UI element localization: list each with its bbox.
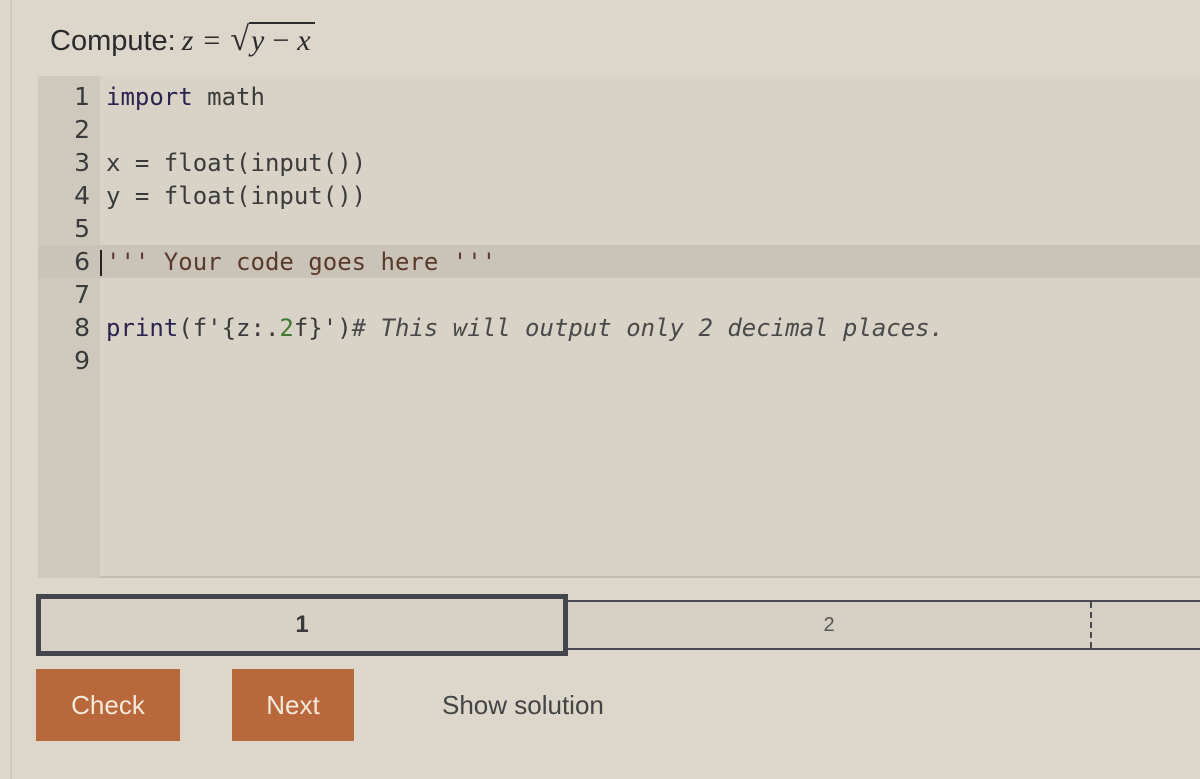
code-text[interactable]: ''' Your code goes here ''' xyxy=(96,248,496,276)
code-token: print xyxy=(106,313,179,342)
code-text[interactable]: y = float(input()) xyxy=(96,182,366,210)
formula: z = √ y − x xyxy=(182,22,315,58)
code-line[interactable]: 6 ''' Your code goes here ''' xyxy=(38,245,1200,278)
code-token: import xyxy=(106,82,193,111)
page: Compute: z = √ y − x 1 import math 2 3 x = flo… xyxy=(0,0,1200,779)
text-cursor xyxy=(100,250,102,276)
code-text[interactable]: import math xyxy=(96,83,265,111)
code-token: math xyxy=(192,82,265,111)
next-button[interactable]: Next xyxy=(232,669,354,741)
test-case-2-tab[interactable]: 2 xyxy=(568,600,1090,650)
prompt-label: Compute: xyxy=(50,25,176,57)
left-divider xyxy=(10,0,12,779)
code-token: f}') xyxy=(293,313,352,342)
code-line[interactable]: 9 xyxy=(38,344,1200,377)
code-line[interactable]: 5 xyxy=(38,212,1200,245)
code-token: # This will output only 2 decimal places… xyxy=(351,313,945,342)
test-case-1-tab[interactable]: 1 xyxy=(36,594,568,656)
formula-lhs: z xyxy=(181,24,194,57)
code-token: y = float(input()) xyxy=(106,181,367,210)
code-line[interactable]: 2 xyxy=(38,113,1200,146)
radicand-minus: − xyxy=(272,24,290,57)
code-line[interactable]: 8 print(f'{z:.2f}')# This will output onl… xyxy=(38,311,1200,344)
code-token: x = float(input()) xyxy=(106,148,367,177)
line-number: 5 xyxy=(74,214,90,243)
code-line[interactable]: 3 x = float(input()) xyxy=(38,146,1200,179)
line-number: 6 xyxy=(74,247,90,276)
code-line[interactable]: 4 y = float(input()) xyxy=(38,179,1200,212)
code-line[interactable]: 1 import math xyxy=(38,80,1200,113)
line-number: 9 xyxy=(74,346,90,375)
code-editor[interactable]: 1 import math 2 3 x = float(input()) 4 y = flo… xyxy=(38,76,1200,578)
show-solution-link[interactable]: Show solution xyxy=(442,690,604,721)
test-case-bar: 1 2 xyxy=(36,594,1200,656)
line-number: 1 xyxy=(74,82,90,111)
problem-prompt: Compute: z = √ y − x xyxy=(50,22,315,58)
radicand-x: x xyxy=(297,24,311,57)
code-text[interactable]: x = float(input()) xyxy=(96,149,366,177)
line-number: 8 xyxy=(74,313,90,342)
test-case-2-label: 2 xyxy=(823,613,835,636)
formula-radicand: y − x xyxy=(249,22,315,57)
line-number: 4 xyxy=(74,181,90,210)
code-token: ''' Your code goes here ''' xyxy=(106,247,497,276)
code-lines[interactable]: 1 import math 2 3 x = float(input()) 4 y = flo… xyxy=(38,80,1200,377)
formula-sqrt: √ y − x xyxy=(230,21,315,58)
radicand-y: y xyxy=(251,24,265,57)
code-token: (f'{z:. xyxy=(178,313,280,342)
test-divider xyxy=(1090,602,1092,648)
line-number: 7 xyxy=(74,280,90,309)
formula-equals: = xyxy=(203,24,221,57)
test-case-1-label: 1 xyxy=(295,611,309,638)
code-token: 2 xyxy=(279,313,294,342)
code-text[interactable]: print(f'{z:.2f}')# This will output only… xyxy=(96,314,944,342)
sqrt-sign: √ xyxy=(230,21,250,58)
line-number: 2 xyxy=(74,115,90,144)
code-line[interactable]: 7 xyxy=(38,278,1200,311)
check-button[interactable]: Check xyxy=(36,669,180,741)
line-number: 3 xyxy=(74,148,90,177)
